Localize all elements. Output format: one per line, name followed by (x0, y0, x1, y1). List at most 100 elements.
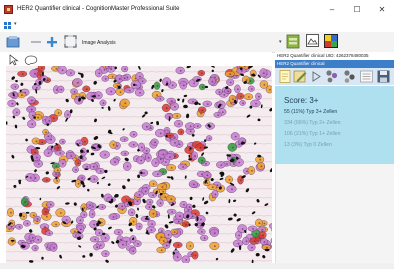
cell-nucleus (84, 140, 86, 143)
app-icon (4, 5, 13, 14)
cell-nucleus (60, 88, 63, 91)
cell-nucleus (241, 228, 244, 230)
cell-nucleus (132, 143, 135, 146)
cell-nucleus (132, 250, 135, 253)
cell-nucleus (162, 190, 165, 193)
cell-nucleus (123, 138, 126, 141)
minimize-button[interactable]: – (325, 4, 339, 15)
cell-nucleus (262, 234, 264, 237)
cell-nucleus (89, 204, 91, 207)
cell-nucleus (231, 146, 234, 149)
cell-nucleus (171, 211, 174, 213)
menu-grid-icon[interactable] (4, 22, 12, 30)
cell-nucleus (116, 145, 119, 147)
cell-nucleus (182, 84, 185, 87)
close-button[interactable]: ✕ (375, 4, 389, 15)
cell-nucleus (83, 207, 86, 209)
cell-nucleus (200, 218, 202, 221)
cell-nucleus (83, 214, 86, 216)
cell-nucleus (50, 138, 52, 141)
cell-nucleus (103, 69, 106, 71)
cell-nucleus (59, 152, 62, 155)
cell-nucleus (23, 215, 25, 218)
cell-nucleus (119, 91, 122, 94)
cell-nucleus (159, 202, 162, 205)
cell-nucleus (34, 72, 36, 75)
status-bar (0, 263, 394, 269)
cell-nucleus (170, 198, 173, 201)
cell-nucleus (50, 203, 52, 206)
maximize-button[interactable]: ☐ (350, 4, 364, 15)
image-frame-icon[interactable] (305, 33, 320, 49)
cell-nucleus (125, 199, 128, 201)
minus-icon[interactable] (30, 36, 42, 48)
cell-nucleus (24, 201, 27, 204)
cell-nucleus (185, 259, 188, 261)
cell-nucleus (156, 94, 159, 97)
cell-nucleus (37, 238, 40, 241)
cell-nucleus (11, 102, 14, 105)
cell-nucleus (62, 162, 64, 165)
tissue-image-viewport[interactable] (6, 66, 272, 263)
cell-nucleus (205, 162, 207, 165)
cell-nucleus (258, 222, 261, 225)
cell-nucleus (263, 222, 266, 225)
cell-nucleus (211, 186, 214, 189)
cell-nucleus (170, 167, 173, 169)
cell-nucleus (177, 220, 180, 223)
cell-nucleus (234, 135, 237, 138)
cell-nucleus (206, 182, 209, 184)
cell-nucleus (67, 113, 69, 116)
toolbar-dropdown-icon[interactable]: ▾ (279, 39, 282, 45)
cell-nucleus (11, 222, 14, 225)
cell-nucleus (159, 132, 162, 135)
slide-cabinet-icon[interactable] (285, 33, 301, 50)
pointer-icon[interactable] (9, 54, 19, 66)
cell-nucleus (221, 111, 224, 114)
cell-nucleus (56, 180, 58, 182)
cell-nucleus (79, 219, 82, 222)
cell-nucleus (200, 72, 203, 75)
play-icon[interactable] (310, 70, 322, 83)
edit-icon[interactable] (293, 69, 308, 84)
cells-alt-icon[interactable] (342, 69, 357, 84)
cell-nucleus (252, 228, 254, 230)
cell-nucleus (182, 166, 185, 168)
cell-nucleus (98, 232, 101, 234)
cell-nucleus (34, 151, 37, 154)
cell-nucleus (183, 203, 185, 206)
cell-nucleus (189, 245, 192, 247)
lasso-icon[interactable] (23, 54, 39, 66)
image-analysis-label[interactable]: Image Analysis (82, 40, 116, 46)
notes-icon[interactable] (278, 69, 292, 84)
cell-nucleus (45, 179, 48, 182)
cell-nucleus (206, 103, 209, 105)
menu-dropdown-icon[interactable]: ▾ (14, 21, 17, 27)
plus-icon[interactable] (46, 36, 58, 48)
cell-nucleus (255, 102, 257, 105)
fit-screen-icon[interactable] (64, 35, 77, 48)
cell-nucleus (150, 229, 153, 232)
cell-nucleus (240, 179, 242, 182)
cell-nucleus (126, 165, 129, 168)
cell-nucleus (162, 240, 165, 243)
cell-nucleus (174, 105, 176, 108)
cell-nucleus (102, 102, 105, 105)
cell-nucleus (145, 149, 148, 152)
overlay-icon[interactable] (323, 33, 339, 49)
cell-nucleus (55, 165, 58, 168)
cell-nucleus (10, 211, 12, 214)
cell-nucleus (231, 188, 233, 191)
save-icon[interactable] (376, 69, 391, 84)
cell-nucleus (203, 237, 206, 240)
list-icon[interactable] (359, 69, 374, 84)
cell-nucleus (164, 161, 167, 163)
cell-nucleus (147, 156, 150, 159)
cell-nucleus (104, 78, 107, 80)
cell-nucleus (48, 232, 51, 235)
cell-nucleus (98, 72, 101, 75)
blue-slide-icon[interactable] (6, 34, 20, 50)
cell-nucleus (118, 231, 120, 234)
cells-icon[interactable] (325, 69, 340, 84)
cell-nucleus (169, 156, 171, 158)
